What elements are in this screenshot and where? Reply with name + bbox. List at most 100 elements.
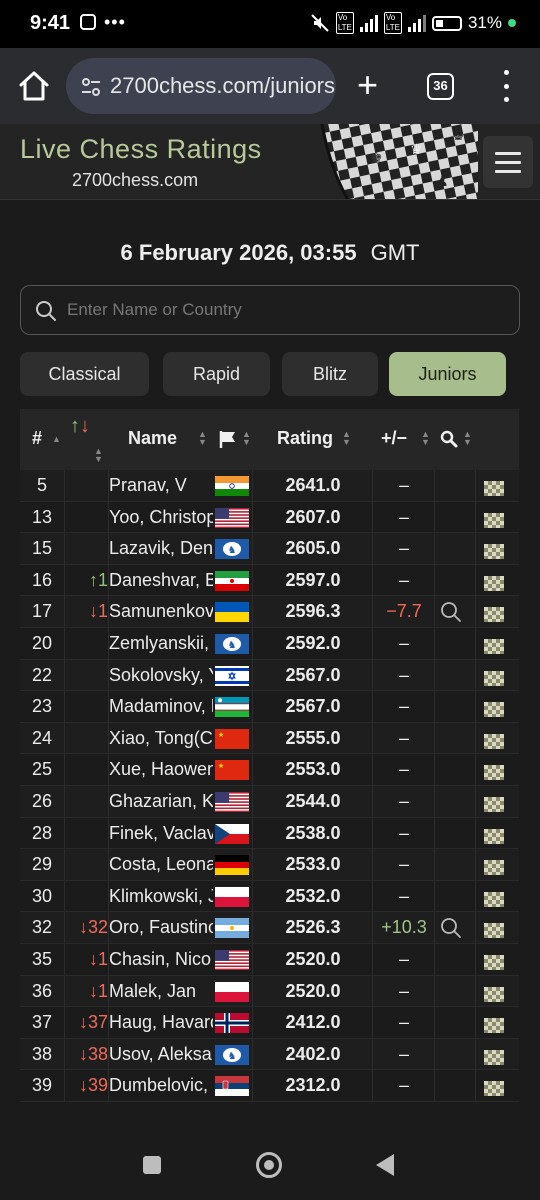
table-row[interactable]: 17 ↓1Samunenkov, Ilya 2596.3 −7.7 xyxy=(20,596,519,628)
player-name-link[interactable]: Xue, Haowen xyxy=(109,754,213,786)
chessboard-icon[interactable] xyxy=(484,1047,506,1065)
country-flag-icon xyxy=(215,918,249,939)
player-name-link[interactable]: Samunenkov, Ilya xyxy=(109,596,213,628)
player-name-link[interactable]: Madaminov, Mukhiddin xyxy=(109,691,213,723)
table-row[interactable]: 25 Xue, Haowen ★ 2553.0 – xyxy=(20,754,519,786)
table-row[interactable]: 15 Lazavik, Denis ♞ 2605.0 – xyxy=(20,533,519,565)
chessboard-icon[interactable] xyxy=(484,857,506,876)
table-row[interactable]: 30 Klimkowski, Jan 2532.0 – xyxy=(20,880,519,913)
sort-name-icon[interactable]: ▲ ▼ xyxy=(198,430,207,447)
player-name-link[interactable]: Zemlyanskii, Ivan xyxy=(109,628,213,660)
header-rating[interactable]: Rating xyxy=(277,428,333,449)
chessboard-icon[interactable] xyxy=(484,826,506,844)
game-search-icon[interactable] xyxy=(440,912,468,944)
table-row[interactable]: 36 ↓1 Malek, Jan 2520.0 – xyxy=(20,975,519,1008)
header-search-icon[interactable] xyxy=(440,430,458,448)
player-name-link[interactable]: Chasin, Nico xyxy=(109,944,213,976)
player-name-link[interactable]: Lazavik, Denis xyxy=(109,533,213,565)
chessboard-icon[interactable] xyxy=(484,731,506,749)
table-row[interactable]: 28 Finek, Vaclav 2538.0 – xyxy=(20,817,519,850)
address-bar[interactable]: 2700chess.com/juniors xyxy=(66,58,336,114)
table-row[interactable]: 22 Sokolovsky, Yahli 2567.0 – xyxy=(20,659,519,692)
player-name-link[interactable]: Klimkowski, Jan xyxy=(109,881,213,913)
rank: 22 xyxy=(31,664,53,685)
table-row[interactable]: 29 Costa, Leonardo 2533.0 – xyxy=(20,849,519,881)
chessboard-icon[interactable] xyxy=(484,636,506,654)
back-button[interactable] xyxy=(376,1154,394,1176)
player-name-link[interactable]: Haug, Havard xyxy=(109,1007,213,1039)
sort-search-icon[interactable]: ▲ ▼ xyxy=(463,430,472,447)
site-domain[interactable]: 2700chess.com xyxy=(72,170,198,191)
tab-rapid[interactable]: Rapid xyxy=(163,352,270,396)
player-name-link[interactable]: Dumbelovic, Luka xyxy=(109,1070,213,1102)
table-row[interactable]: 13 Yoo, Christopher 2607.0 – xyxy=(20,501,519,534)
chessboard-icon[interactable] xyxy=(484,1015,506,1034)
player-name-link[interactable]: Finek, Vaclav xyxy=(109,818,213,850)
header-diff[interactable]: +/− xyxy=(381,428,407,449)
tab-switcher-button[interactable]: 36 xyxy=(427,73,454,100)
table-row[interactable]: 39 ↓39Dumbelovic, Luka 2312.0 – xyxy=(20,1070,519,1102)
country-flag-icon xyxy=(215,1013,249,1034)
site-title[interactable]: Live Chess Ratings xyxy=(20,134,262,165)
country-flag-icon xyxy=(215,476,249,496)
chessboard-icon[interactable] xyxy=(484,541,506,560)
table-row[interactable]: 16 ↑1Daneshvar, Bardiya 2597.0 – xyxy=(20,564,519,597)
rating-value: 2526.3 xyxy=(285,917,341,938)
chessboard-icon[interactable] xyxy=(484,889,506,907)
table-row[interactable]: 37 ↓37 Haug, Havard 2412.0 – xyxy=(20,1007,519,1039)
sort-rating-icon[interactable]: ▲ ▼ xyxy=(342,430,351,447)
header-rank[interactable]: # xyxy=(32,428,42,449)
table-row[interactable]: 35 ↓1 Chasin, Nico 2520.0 – xyxy=(20,943,519,976)
table-row[interactable]: 32 ↓32 Oro, Faustino 2526.3 +10.3 xyxy=(20,912,519,944)
game-search-icon[interactable] xyxy=(440,596,468,628)
chessboard-icon[interactable] xyxy=(484,478,506,496)
table-row[interactable]: 5 Pranav, V 2641.0 – xyxy=(20,470,519,502)
tab-classical[interactable]: Classical xyxy=(20,352,149,396)
player-name-link[interactable]: Daneshvar, Bardiya xyxy=(109,565,213,597)
browser-menu-icon[interactable] xyxy=(500,70,512,102)
player-name-link[interactable]: Pranav, V xyxy=(109,470,213,502)
player-name-link[interactable]: Sokolovsky, Yahli xyxy=(109,660,213,692)
recents-button[interactable] xyxy=(143,1156,161,1174)
table-row[interactable]: 23 Madaminov, Mukhiddin 2567.0 – xyxy=(20,691,519,723)
chessboard-icon[interactable] xyxy=(484,794,506,812)
chessboard-icon[interactable] xyxy=(484,762,506,781)
home-nav-button[interactable] xyxy=(256,1152,282,1178)
svg-text:★: ★ xyxy=(218,731,224,739)
change-arrows-header[interactable]: ↑↓ xyxy=(70,415,90,438)
table-row[interactable]: 26 Ghazarian, Kirk 2544.0 – xyxy=(20,785,519,818)
sort-rank-icon[interactable]: ▲ xyxy=(52,435,61,444)
player-name-link[interactable]: Malek, Jan xyxy=(109,976,213,1008)
chessboard-icon[interactable] xyxy=(484,573,506,591)
player-name-link[interactable]: Costa, Leonardo xyxy=(109,849,213,881)
flag-icon[interactable] xyxy=(218,429,238,449)
table-row[interactable]: 38 ↓38Usov, Aleksandr ♞ 2402.0 – xyxy=(20,1038,519,1071)
tab-juniors[interactable]: Juniors xyxy=(389,352,506,396)
mute-icon xyxy=(311,14,329,32)
table-row[interactable]: 24 Xiao, Tong(Chn) ★ 2555.0 – xyxy=(20,722,519,755)
chessboard-icon[interactable] xyxy=(484,699,506,718)
player-name-link[interactable]: Ghazarian, Kirk xyxy=(109,786,213,818)
search-input[interactable] xyxy=(67,294,507,326)
chessboard-icon[interactable] xyxy=(484,1078,506,1097)
header-name[interactable]: Name xyxy=(128,428,177,449)
table-row[interactable]: 20 Zemlyanskii, Ivan ♞ 2592.0 – xyxy=(20,627,519,660)
sort-diff-icon[interactable]: ▲ ▼ xyxy=(421,430,430,447)
site-menu-button[interactable] xyxy=(483,136,533,188)
sort-country-icon[interactable]: ▲ ▼ xyxy=(242,430,251,447)
chessboard-icon[interactable] xyxy=(484,510,506,528)
chessboard-icon[interactable] xyxy=(484,984,506,1002)
site-settings-icon[interactable] xyxy=(80,76,102,98)
chessboard-icon[interactable] xyxy=(484,604,506,623)
player-name-link[interactable]: Yoo, Christopher xyxy=(109,502,213,534)
tab-blitz[interactable]: Blitz xyxy=(282,352,378,396)
chessboard-icon[interactable] xyxy=(484,668,506,686)
sort-change-icon[interactable]: ▲ ▼ xyxy=(94,447,103,464)
player-name-link[interactable]: Usov, Aleksandr xyxy=(109,1039,213,1071)
player-name-link[interactable]: Xiao, Tong(Chn) xyxy=(109,723,213,755)
home-icon[interactable] xyxy=(16,68,52,104)
chessboard-icon[interactable] xyxy=(484,920,506,939)
new-tab-button[interactable]: + xyxy=(357,67,378,103)
player-name-link[interactable]: Oro, Faustino xyxy=(109,912,213,944)
chessboard-icon[interactable] xyxy=(484,952,506,970)
